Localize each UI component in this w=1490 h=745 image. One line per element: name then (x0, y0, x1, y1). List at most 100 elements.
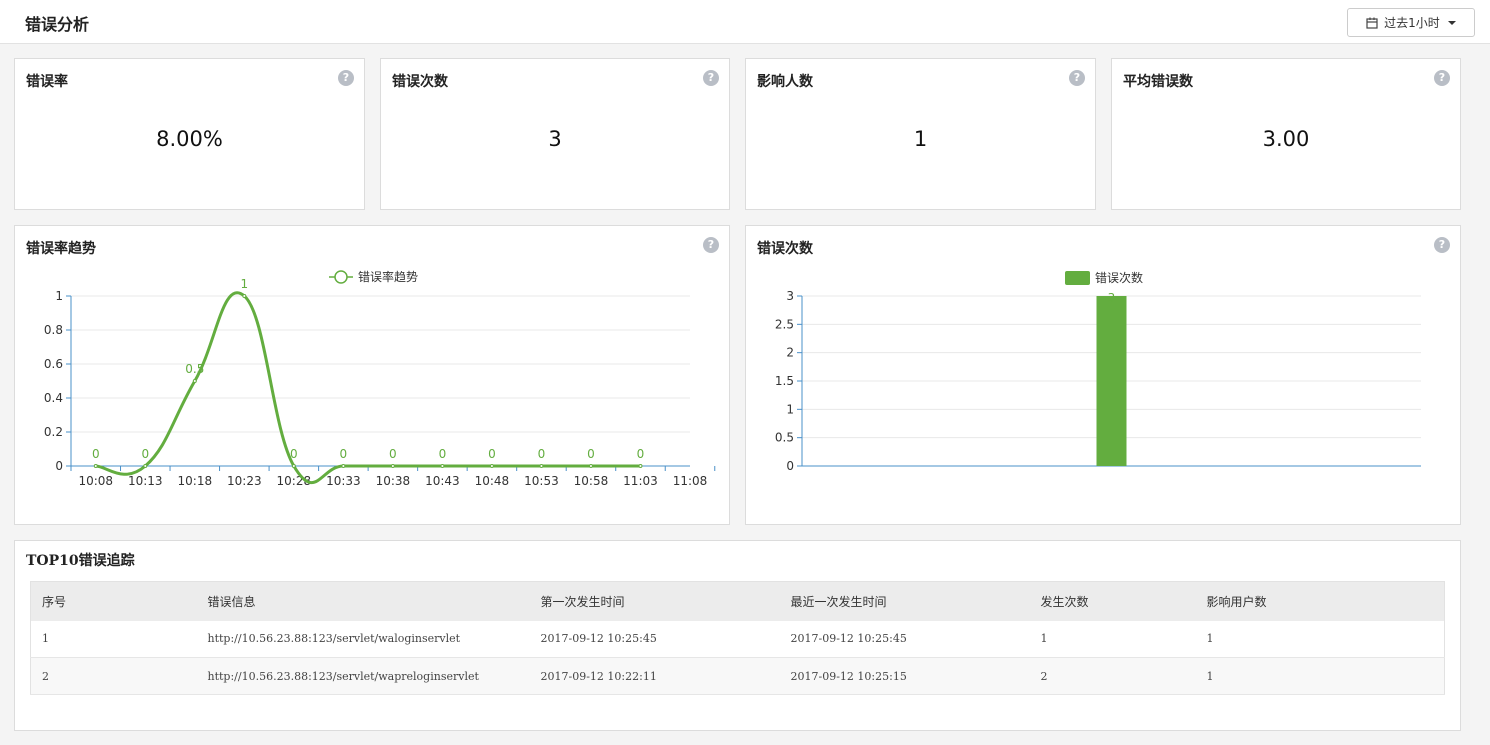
help-icon[interactable]: ? (338, 70, 354, 86)
table-cell: 2 (42, 669, 49, 683)
table-cell: 2017-09-12 10:25:45 (540, 632, 657, 646)
y-tick-label: 0.6 (44, 357, 63, 371)
time-range-label: 过去1小时 (1384, 16, 1440, 30)
data-label: 0 (340, 447, 348, 461)
column-header[interactable]: 序号 (30, 581, 197, 621)
metric-card-error-rate: 错误率 ? 8.00% (14, 58, 365, 210)
x-tick-label: 10:08 (78, 474, 113, 488)
data-point (390, 464, 395, 468)
y-tick-label: 1 (55, 289, 63, 303)
data-label: 3 (1108, 291, 1116, 305)
x-tick-label: 10:48 (475, 474, 510, 488)
y-tick-label: 2 (786, 346, 794, 360)
bar (1096, 296, 1127, 466)
y-tick-label: 0.8 (44, 323, 63, 337)
y-tick-label: 0.4 (44, 391, 63, 405)
metric-value: 3.00 (1262, 127, 1310, 151)
metric-value: 1 (913, 127, 928, 151)
page-title: 错误分析 (25, 15, 90, 34)
table-cell: 1 (1040, 632, 1048, 646)
metric-title: 平均错误数 (1123, 74, 1193, 90)
table-cell: 2017-09-12 10:22:11 (540, 669, 657, 683)
help-icon[interactable]: ? (1069, 70, 1085, 86)
top-bar: 错误分析 过去1小时 (0, 0, 1490, 44)
y-tick-label: 0 (786, 459, 794, 473)
data-label: 0.5 (185, 362, 204, 376)
legend-marker (1065, 271, 1090, 285)
data-label: 0 (439, 447, 447, 461)
x-tick-label: 10:23 (227, 474, 262, 488)
y-tick-label: 3 (786, 289, 794, 303)
calendar-icon (1366, 17, 1378, 29)
error-count-panel: 错误次数 ? 0 0.5 1 1.5 2 2.5 3 3 错误次数 (745, 225, 1461, 525)
table-row[interactable]: 1 http://10.56.23.88:123/servlet/walogin… (30, 621, 1445, 658)
data-point (489, 464, 494, 468)
metric-title: 影响人数 (757, 74, 813, 90)
legend-label: 错误率趋势 (358, 269, 418, 284)
x-tick-label: 11:03 (623, 474, 658, 488)
data-point (341, 464, 346, 468)
metric-value: 3 (548, 127, 562, 151)
data-label: 0 (587, 447, 595, 461)
y-tick-label: 2.5 (775, 317, 794, 331)
x-tick-label: 10:53 (524, 474, 559, 488)
column-header[interactable]: 错误信息 (196, 581, 530, 621)
data-point (242, 294, 247, 298)
time-range-dropdown[interactable]: 过去1小时 (1347, 8, 1475, 37)
metric-title: 错误次数 (392, 74, 448, 90)
help-icon[interactable]: ? (1434, 70, 1450, 86)
data-point (291, 464, 296, 468)
top10-error-panel: TOP10错误追踪 序号 错误信息 第一次发生时间 最近一次发生时间 发生次数 … (14, 540, 1461, 731)
metric-title: 错误率 (26, 74, 68, 90)
data-label: 0 (389, 447, 397, 461)
column-header[interactable]: 最近一次发生时间 (779, 581, 1030, 621)
y-tick-label: 1 (786, 402, 794, 416)
x-tick-label: 10:18 (178, 474, 213, 488)
data-label: 0 (141, 447, 149, 461)
column-header[interactable]: 发生次数 (1029, 581, 1196, 621)
table-cell: 1 (1206, 669, 1214, 683)
metric-card-average-errors: 平均错误数 ? 3.00 (1111, 58, 1461, 210)
data-point (638, 464, 643, 468)
legend-marker (334, 270, 348, 284)
y-tick-label: 1.5 (775, 374, 794, 388)
error-rate-line-chart: 00.20.40.60.8110:08 10:13 10:18 10:23 10:28 1… (44, 269, 716, 488)
y-tick-label: 0 (55, 459, 63, 473)
data-point (588, 464, 593, 468)
help-icon[interactable]: ? (703, 70, 719, 86)
x-tick-label: 10:58 (574, 474, 609, 488)
data-point (192, 379, 197, 383)
column-header[interactable]: 第一次发生时间 (529, 581, 780, 621)
x-tick-label: 10:33 (326, 474, 361, 488)
x-tick-label: 11:08 (673, 474, 708, 488)
table-cell: 2 (1040, 669, 1048, 683)
data-label: 0 (92, 447, 100, 461)
y-tick-label: 0.5 (775, 431, 794, 445)
metric-value: 8.00% (156, 127, 223, 151)
table-header-row: 序号 错误信息 第一次发生时间 最近一次发生时间 发生次数 影响用户数 (30, 581, 1445, 621)
error-rate-trend-panel: 错误率趋势 ? 0 0.2 0.4 0.6 0.8 1 10:08 10:13 10:18 10:… (14, 225, 730, 525)
column-header[interactable]: 影响用户数 (1195, 581, 1445, 621)
table-row[interactable]: 2 http://10.56.23.88:123/servlet/waprelo… (30, 657, 1445, 695)
y-tick-label: 0.2 (44, 425, 63, 439)
table-cell: 2017-09-12 10:25:15 (790, 669, 907, 683)
data-point (539, 464, 544, 468)
table-title: TOP10错误追踪 (26, 553, 135, 569)
table-cell: 2017-09-12 10:25:45 (790, 632, 907, 646)
caret-down-icon (1447, 20, 1456, 25)
table-cell: http://10.56.23.88:123/servlet/waprelogi… (207, 669, 479, 683)
x-tick-label: 10:13 (128, 474, 163, 488)
table-cell: 1 (1206, 632, 1214, 646)
error-count-bar-chart: 0 0.5 1 1.5 2 2.5 3 3 错误次数 (775, 270, 1421, 473)
data-point (93, 464, 98, 468)
x-tick-label: 10:38 (376, 474, 411, 488)
data-label: 1 (240, 277, 248, 291)
data-point (440, 464, 445, 468)
data-label: 0 (637, 447, 645, 461)
x-tick-label: 10:43 (425, 474, 460, 488)
data-label: 0 (290, 447, 298, 461)
data-label: 0 (538, 447, 546, 461)
metric-card-error-count: 错误次数 ? 3 (380, 58, 730, 210)
error-table: 序号 错误信息 第一次发生时间 最近一次发生时间 发生次数 影响用户数 1 ht… (30, 581, 1445, 695)
table-cell: http://10.56.23.88:123/servlet/waloginse… (207, 632, 461, 646)
